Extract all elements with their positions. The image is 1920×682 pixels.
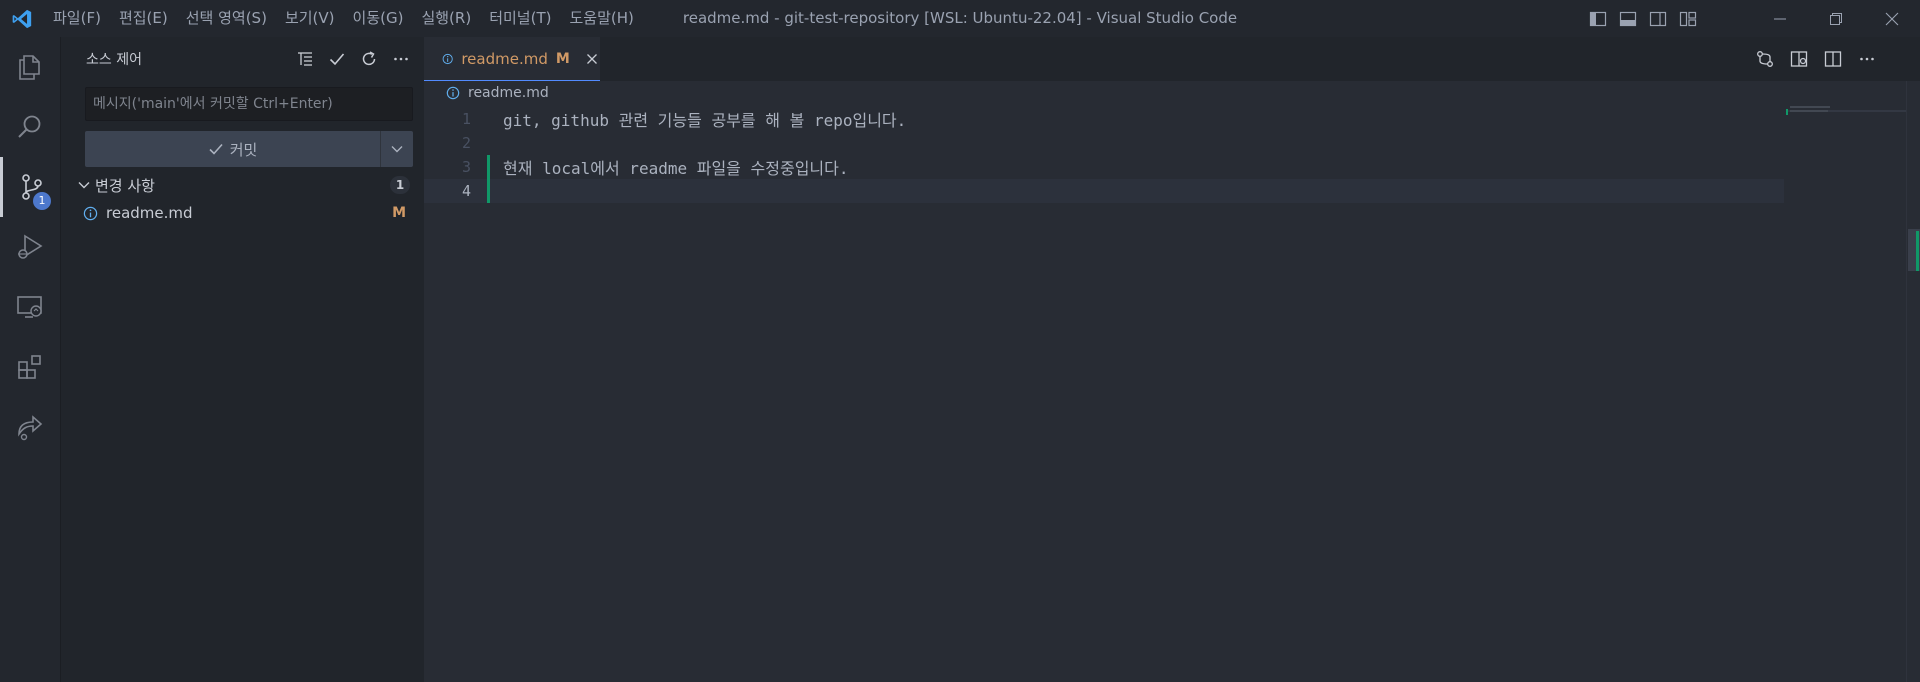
activity-live-share[interactable] <box>0 397 60 457</box>
source-control-sidebar: 소스 제어 커밋 <box>60 37 424 682</box>
code-editor[interactable]: 1 git, github 관련 기능들 공부를 해 볼 repo입니다. 2 … <box>424 107 1920 203</box>
code-line[interactable]: 1 git, github 관련 기능들 공부를 해 볼 repo입니다. <box>424 107 1920 131</box>
menu-file[interactable]: 파일(F) <box>44 0 110 37</box>
sidebar-header: 소스 제어 <box>61 37 424 81</box>
menu-go[interactable]: 이동(G) <box>344 0 413 37</box>
menu-bar: 파일(F) 편집(E) 선택 영역(S) 보기(V) 이동(G) 실행(R) 터… <box>44 0 643 37</box>
chevron-down-icon <box>391 146 403 153</box>
changes-label: 변경 사항 <box>95 176 155 195</box>
changed-file-name: readme.md <box>106 204 193 222</box>
view-as-tree-icon[interactable] <box>292 46 318 72</box>
sidebar-actions <box>292 37 414 81</box>
activity-bar: 1 <box>0 37 60 682</box>
window-controls <box>1752 0 1920 37</box>
activity-extensions[interactable] <box>0 337 60 397</box>
minimize-icon[interactable] <box>1752 0 1808 37</box>
vscode-window: 파일(F) 편집(E) 선택 영역(S) 보기(V) 이동(G) 실행(R) 터… <box>0 0 1920 682</box>
commit-button[interactable]: 커밋 <box>85 131 381 167</box>
close-window-icon[interactable] <box>1864 0 1920 37</box>
check-icon <box>209 143 223 155</box>
menu-terminal[interactable]: 터미널(T) <box>480 0 560 37</box>
gutter <box>487 131 490 155</box>
menu-edit[interactable]: 편집(E) <box>110 0 177 37</box>
refresh-icon[interactable] <box>356 46 382 72</box>
restore-icon[interactable] <box>1808 0 1864 37</box>
run-debug-icon <box>18 234 43 259</box>
vertical-scrollbar[interactable] <box>1906 81 1920 682</box>
commit-check-icon[interactable] <box>324 46 350 72</box>
gutter-added-marker[interactable] <box>487 179 490 203</box>
chevron-down-icon <box>78 182 90 189</box>
files-icon <box>19 55 40 80</box>
tab-status: M <box>555 50 570 67</box>
gutter <box>487 107 490 131</box>
editor-actions <box>1752 37 1880 81</box>
commit-button-group: 커밋 <box>85 131 413 167</box>
live-share-icon <box>18 415 43 441</box>
activity-remote-explorer[interactable] <box>0 277 60 337</box>
code-line-current[interactable]: 4 <box>424 179 1784 203</box>
menu-help[interactable]: 도움말(H) <box>560 0 642 37</box>
changed-file-item[interactable]: readme.md M <box>61 199 424 227</box>
open-changes-icon[interactable] <box>1752 46 1778 72</box>
file-status-badge: M <box>392 205 406 221</box>
activity-run-debug[interactable] <box>0 217 60 277</box>
layout-controls <box>1586 0 1700 37</box>
editor-area: readme.md M readme.md 1 git, github 관련 기… <box>424 37 1920 682</box>
info-icon <box>83 206 98 220</box>
more-actions-icon[interactable] <box>388 46 414 72</box>
title-bar: 파일(F) 편집(E) 선택 영역(S) 보기(V) 이동(G) 실행(R) 터… <box>0 0 1920 37</box>
code-line[interactable]: 3 현재 local에서 readme 파일을 수정중입니다. <box>424 155 1920 179</box>
extensions-icon <box>18 355 41 379</box>
menu-run[interactable]: 실행(R) <box>412 0 480 37</box>
gutter-added-marker[interactable] <box>487 155 490 179</box>
info-icon <box>446 86 460 100</box>
toggle-primary-sidebar-icon[interactable] <box>1586 7 1610 31</box>
menu-selection[interactable]: 선택 영역(S) <box>177 0 276 37</box>
line-number: 1 <box>461 110 471 128</box>
activity-source-control[interactable]: 1 <box>0 157 60 217</box>
scm-badge: 1 <box>33 192 51 210</box>
vscode-logo-icon[interactable] <box>0 0 44 37</box>
line-number: 4 <box>461 182 471 200</box>
search-icon <box>18 115 41 138</box>
breadcrumb[interactable]: readme.md <box>424 81 1920 105</box>
tab-readme[interactable]: readme.md M <box>424 37 600 81</box>
line-text: 현재 local에서 readme 파일을 수정중입니다. <box>503 159 849 178</box>
open-preview-icon[interactable] <box>1786 46 1812 72</box>
commit-button-label: 커밋 <box>229 140 258 159</box>
breadcrumb-file[interactable]: readme.md <box>468 85 549 101</box>
commit-message-input[interactable] <box>85 87 413 121</box>
customize-layout-icon[interactable] <box>1676 7 1700 31</box>
scrollbar-change-marker <box>1916 231 1919 271</box>
editor-tab-bar: readme.md M <box>424 37 1920 81</box>
remote-explorer-icon <box>17 296 42 318</box>
activity-search[interactable] <box>0 97 60 157</box>
minimap[interactable] <box>1786 105 1906 145</box>
activity-explorer[interactable] <box>0 37 60 97</box>
toggle-secondary-sidebar-icon[interactable] <box>1646 7 1670 31</box>
more-actions-icon[interactable] <box>1854 46 1880 72</box>
close-tab-icon[interactable] <box>584 49 600 69</box>
code-line[interactable]: 2 <box>424 131 1920 155</box>
line-text: git, github 관련 기능들 공부를 해 볼 repo입니다. <box>503 111 907 130</box>
toggle-panel-icon[interactable] <box>1616 7 1640 31</box>
info-icon <box>442 53 453 64</box>
changes-group-header[interactable]: 변경 사항 1 <box>61 171 424 199</box>
sidebar-title: 소스 제어 <box>86 52 142 68</box>
menu-view[interactable]: 보기(V) <box>276 0 344 37</box>
line-number: 2 <box>461 134 471 152</box>
commit-dropdown-button[interactable] <box>381 131 413 167</box>
split-editor-icon[interactable] <box>1820 46 1846 72</box>
line-number: 3 <box>461 158 471 176</box>
tab-label: readme.md <box>461 49 548 68</box>
changes-count-badge: 1 <box>390 176 410 194</box>
